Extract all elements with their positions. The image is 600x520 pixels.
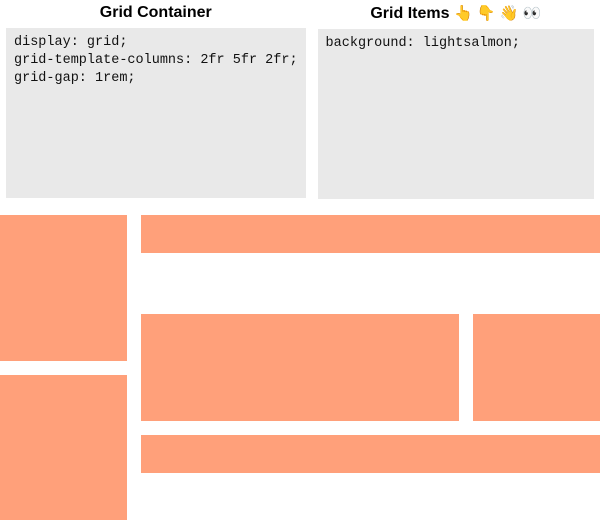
grid-item: [473, 314, 600, 422]
grid-items-code: background: lightsalmon;: [318, 29, 594, 199]
grid-container-title: Grid Container: [6, 0, 306, 28]
code-panels-row: Grid Container display: grid; grid-templ…: [0, 0, 600, 199]
grid-items-title: Grid Items 👆 👇 👋 👀: [318, 0, 594, 29]
grid-item: [141, 314, 459, 422]
grid-container-code: display: grid; grid-template-columns: 2f…: [6, 28, 306, 198]
grid-item: [141, 435, 600, 473]
grid-items-panel: Grid Items 👆 👇 👋 👀 background: lightsalm…: [318, 0, 594, 199]
emoji-icons: 👆 👇 👋 👀: [454, 5, 541, 22]
grid-container-panel: Grid Container display: grid; grid-templ…: [6, 0, 306, 199]
grid-items-title-text: Grid Items: [370, 5, 449, 22]
grid-demo: [0, 215, 600, 520]
grid-item: [141, 215, 600, 253]
grid-item: [0, 375, 127, 520]
grid-item: [0, 215, 127, 361]
